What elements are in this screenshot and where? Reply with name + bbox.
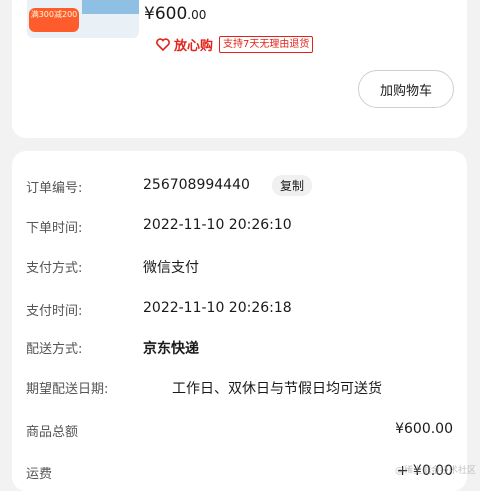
add-to-cart-button[interactable]: 加购物车 <box>358 70 454 108</box>
delivery-date-label: 期望配送日期: <box>26 382 109 397</box>
return-policy-tag: 支持7天无理由退货 <box>219 36 314 53</box>
payment-time-label: 支付时间: <box>26 304 83 319</box>
payment-method-label: 支付方式: <box>26 261 83 276</box>
product-image <box>82 0 139 14</box>
product-price: ¥600.00 <box>144 4 206 24</box>
payment-method-value: 微信支付 <box>143 260 199 276</box>
delivery-method-value: 京东快递 <box>143 341 199 357</box>
product-card: 满300减200 ¥600.00 放心购 支持7天无理由退货 加购物车 <box>12 0 467 138</box>
order-info-card: 订单编号: 256708994440 复制 下单时间: 2022-11-10 2… <box>12 151 467 491</box>
price-cents: .00 <box>187 8 207 22</box>
order-number-label: 订单编号: <box>26 181 83 196</box>
price-main: ¥600 <box>144 4 188 24</box>
total-label: 商品总额 <box>26 425 79 440</box>
order-time-label: 下单时间: <box>26 221 83 236</box>
assurance-row: 放心购 支持7天无理由退货 <box>156 35 314 54</box>
delivery-date-value: 工作日、双休日与节假日均可送货 <box>172 381 382 397</box>
product-thumbnail[interactable]: 满300减200 <box>27 0 139 38</box>
heart-icon <box>156 38 170 51</box>
assurance-label: 放心购 <box>174 39 214 54</box>
copy-button[interactable]: 复制 <box>272 175 313 196</box>
assurance-badge: 放心购 <box>156 35 213 54</box>
order-time-value: 2022-11-10 20:26:10 <box>143 217 292 233</box>
total-value: ¥600.00 <box>395 421 453 437</box>
delivery-method-label: 配送方式: <box>26 342 83 357</box>
promo-badge: 满300减200 <box>29 8 79 32</box>
watermark: @稀土掘金技术社区 <box>394 466 476 476</box>
order-number-value: 256708994440 <box>143 177 250 193</box>
shipping-label: 运费 <box>26 467 53 482</box>
payment-time-value: 2022-11-10 20:26:18 <box>143 300 292 316</box>
